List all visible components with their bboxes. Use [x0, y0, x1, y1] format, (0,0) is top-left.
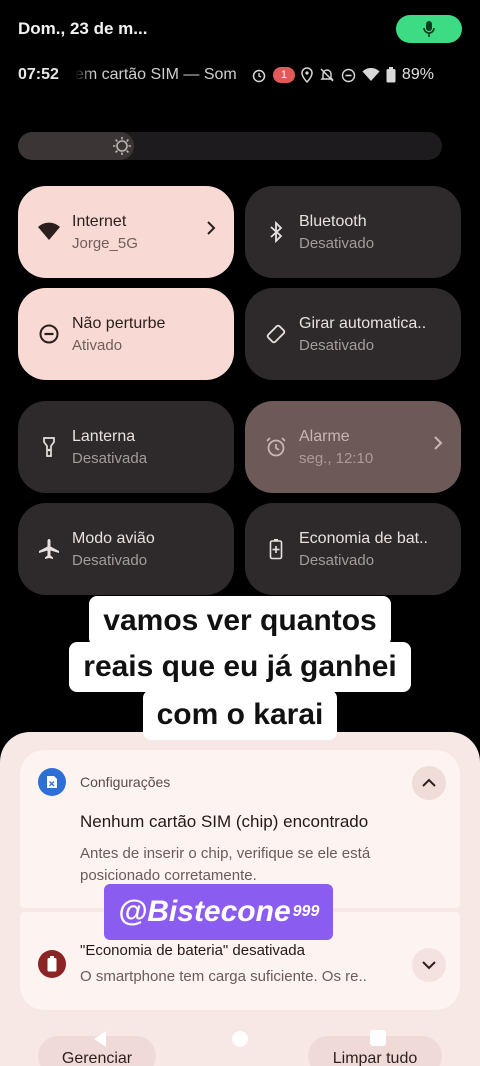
- battery-saver-icon: [263, 536, 289, 562]
- brightness-slider[interactable]: [18, 132, 442, 160]
- do-not-disturb-icon: [36, 321, 62, 347]
- flashlight-icon: [36, 434, 62, 460]
- tile-title: Alarme: [299, 427, 350, 445]
- notification-title: Nenhum cartão SIM (chip) encontrado: [80, 812, 369, 831]
- notification-app-name: Configurações: [80, 774, 171, 790]
- watermark-suffix: 999: [292, 903, 320, 920]
- top-row: Dom., 23 de m...: [18, 14, 462, 44]
- wifi-icon: [36, 219, 62, 245]
- caption-line-1: vamos ver quantos: [0, 596, 480, 646]
- caption-line-3: com o karai: [0, 690, 480, 740]
- tile-subtitle: Desativado: [299, 234, 375, 252]
- microphone-icon: [423, 21, 435, 37]
- carrier-status: em cartão SIM — Som: [74, 66, 237, 83]
- nav-home-icon[interactable]: [232, 1031, 248, 1047]
- expand-notification-button[interactable]: [412, 948, 446, 982]
- tile-internet[interactable]: Internet Jorge_5G: [18, 186, 234, 278]
- notification-count-badge: 1: [272, 67, 295, 83]
- tile-flashlight[interactable]: Lanterna Desativada: [18, 401, 234, 493]
- battery-warning-icon: [38, 950, 66, 978]
- tile-alarm[interactable]: Alarme seg., 12:10: [245, 401, 461, 493]
- tile-bluetooth[interactable]: Bluetooth Desativado: [245, 186, 461, 278]
- tile-title: Lanterna: [72, 427, 136, 445]
- microphone-indicator[interactable]: [396, 15, 462, 43]
- date-text: Dom., 23 de m...: [18, 19, 148, 38]
- tile-subtitle: Desativada: [72, 449, 148, 467]
- caption-text: vamos ver quantos: [89, 596, 391, 646]
- settings-app-icon: [38, 768, 66, 796]
- tile-subtitle: seg., 12:10: [299, 449, 374, 467]
- tile-airplane-mode[interactable]: Modo avião Desativado: [18, 503, 234, 595]
- tile-title: Internet: [72, 212, 127, 230]
- chevron-up-icon: [422, 778, 436, 787]
- chevron-down-icon: [422, 961, 436, 970]
- location-icon: [301, 67, 313, 83]
- chevron-right-icon: [207, 221, 216, 235]
- alarm-clock-icon: [252, 69, 266, 83]
- collapse-notification-button[interactable]: [412, 766, 446, 800]
- caption-text: com o karai: [142, 690, 338, 740]
- watermark: @Bistecone 999: [104, 884, 334, 940]
- notifications-off-icon: [320, 68, 334, 82]
- notification-title: "Economia de bateria" desativada: [80, 942, 305, 959]
- bluetooth-icon: [263, 219, 289, 245]
- battery-icon: [386, 67, 396, 83]
- tile-title: Não perturbe: [72, 314, 166, 332]
- wifi-status-icon: [362, 68, 380, 81]
- tile-subtitle: Jorge_5G: [72, 234, 138, 252]
- nav-recents-icon[interactable]: [370, 1030, 386, 1046]
- do-not-disturb-status-icon: [341, 68, 356, 82]
- nav-back-icon[interactable]: [92, 1030, 108, 1048]
- manage-label: Gerenciar: [61, 1050, 133, 1066]
- caption-line-2: reais que eu já ganhei: [0, 642, 480, 692]
- brightness-icon: [113, 137, 131, 155]
- airplane-icon: [36, 536, 62, 562]
- status-icons: 1 89%: [251, 66, 434, 84]
- rotate-icon: [263, 321, 289, 347]
- tile-title: Economia de bat..: [299, 529, 428, 547]
- clear-all-label: Limpar tudo: [332, 1050, 418, 1066]
- status-bar: 07:52 em cartão SIM — Som 1 89%: [18, 62, 460, 88]
- tile-title: Girar automatica..: [299, 314, 427, 332]
- tile-subtitle: Desativado: [72, 551, 148, 569]
- tile-do-not-disturb[interactable]: Não perturbe Ativado: [18, 288, 234, 380]
- tile-title: Bluetooth: [299, 212, 367, 230]
- tile-subtitle: Desativado: [299, 336, 375, 354]
- watermark-handle: @Bistecone: [118, 895, 291, 928]
- tile-auto-rotate[interactable]: Girar automatica.. Desativado: [245, 288, 461, 380]
- clock: 07:52: [18, 66, 59, 83]
- tile-title: Modo avião: [72, 529, 155, 547]
- battery-percentage: 89%: [401, 66, 434, 83]
- tile-subtitle: Ativado: [72, 336, 123, 354]
- alarm-icon: [263, 434, 289, 460]
- caption-text: reais que eu já ganhei: [69, 642, 411, 692]
- tile-subtitle: Desativado: [299, 551, 375, 569]
- chevron-right-icon: [434, 436, 443, 450]
- notification-body: O smartphone tem carga suficiente. Os re…: [80, 968, 367, 985]
- tile-battery-saver[interactable]: Economia de bat.. Desativado: [245, 503, 461, 595]
- notification-body: Antes de inserir o chip, verifique se el…: [80, 845, 371, 884]
